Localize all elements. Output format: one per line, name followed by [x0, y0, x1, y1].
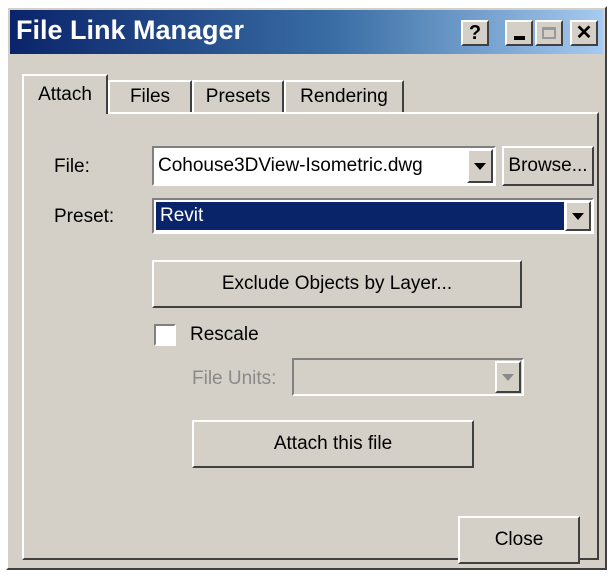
window-title: File Link Manager: [16, 15, 245, 45]
preset-dropdown-arrow[interactable]: [565, 201, 591, 231]
preset-label: Preset:: [54, 206, 115, 227]
help-icon: ?: [468, 22, 482, 44]
file-dropdown[interactable]: Cohouse3DView-Isometric.dwg: [152, 146, 496, 186]
tab-rendering[interactable]: Rendering: [284, 80, 404, 112]
rescale-checkbox[interactable]: [154, 324, 176, 346]
file-dropdown-arrow[interactable]: [467, 149, 493, 183]
file-link-manager-window: File Link Manager ? ✕ Attach Files Prese…: [6, 6, 607, 570]
chevron-down-icon: [502, 373, 514, 381]
close-icon: ✕: [575, 22, 593, 44]
tab-files[interactable]: Files: [108, 80, 192, 112]
preset-value: Revit: [156, 202, 564, 230]
title-bar[interactable]: File Link Manager ? ✕: [10, 10, 603, 54]
file-label: File:: [54, 156, 90, 177]
chevron-down-icon: [572, 212, 584, 220]
exclude-objects-button[interactable]: Exclude Objects by Layer...: [152, 260, 522, 308]
close-window-button[interactable]: ✕: [570, 20, 598, 46]
tab-attach[interactable]: Attach: [22, 74, 108, 114]
close-button[interactable]: Close: [458, 516, 580, 564]
chevron-down-icon: [474, 162, 486, 170]
attach-file-button[interactable]: Attach this file: [192, 420, 474, 468]
tab-presets[interactable]: Presets: [192, 80, 284, 112]
minimize-icon: [513, 36, 525, 40]
maximize-icon: [542, 27, 556, 39]
maximize-button: [535, 20, 563, 46]
preset-dropdown[interactable]: Revit: [152, 198, 594, 234]
browse-button[interactable]: Browse...: [502, 146, 594, 186]
file-units-dropdown: [292, 358, 524, 396]
file-value: Cohouse3DView-Isometric.dwg: [158, 155, 423, 176]
file-units-label: File Units:: [192, 368, 277, 389]
attach-panel: File: Cohouse3DView-Isometric.dwg Browse…: [22, 112, 599, 564]
rescale-label: Rescale: [190, 324, 259, 345]
help-button[interactable]: ?: [461, 20, 489, 46]
file-units-dropdown-arrow: [495, 361, 521, 393]
minimize-button[interactable]: [505, 20, 533, 46]
